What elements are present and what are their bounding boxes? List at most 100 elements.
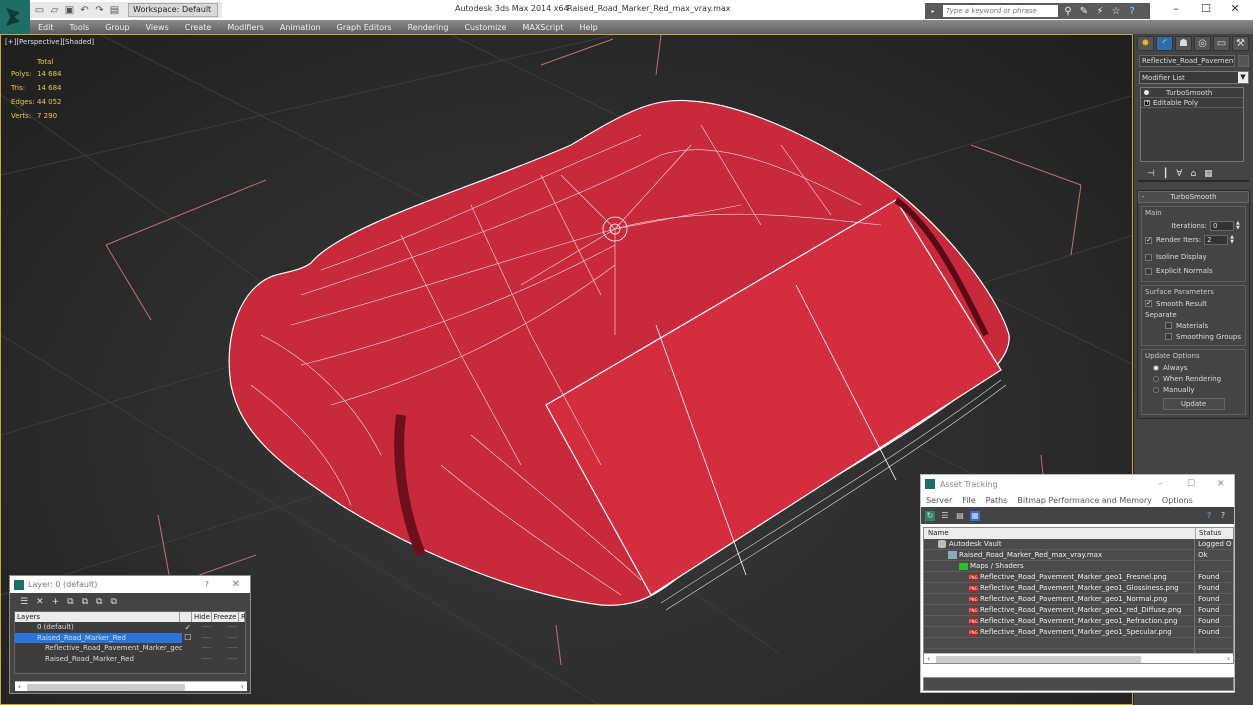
layer-object-row[interactable]: Reflective_Road_Pavement_Marker_geo1 ---… xyxy=(15,643,245,654)
radio-always[interactable]: Always xyxy=(1145,362,1242,373)
layer-name[interactable]: 0 (default) xyxy=(15,622,182,632)
isoline-checkbox[interactable] xyxy=(1145,253,1152,261)
scroll-thumb[interactable] xyxy=(27,684,185,691)
layer-row[interactable]: 0 (default) ✓ ---- ---- xyxy=(15,622,245,633)
menu-bitmap-performance[interactable]: Bitmap Performance and Memory xyxy=(1012,496,1157,505)
menu-customize[interactable]: Customize xyxy=(456,23,514,32)
viewport-label[interactable]: [+][Perspective][Shaded] xyxy=(5,38,94,46)
smooth-result-checkbox[interactable]: ✓ xyxy=(1145,300,1152,307)
hierarchy-tab-icon[interactable]: ☗ xyxy=(1175,36,1192,51)
table-view-icon[interactable]: ▦ xyxy=(970,510,980,521)
save-icon[interactable]: ▣ xyxy=(64,5,75,16)
update-button[interactable]: Update xyxy=(1162,398,1225,410)
freeze-toggle[interactable]: ---- xyxy=(219,644,245,652)
show-end-result-icon[interactable]: ┃ xyxy=(1163,169,1168,179)
expand-arrow-icon[interactable]: ▸ xyxy=(927,8,939,15)
menu-server[interactable]: Server xyxy=(921,496,957,505)
freeze-toggle[interactable]: ---- xyxy=(219,634,245,642)
menu-graph-editors[interactable]: Graph Editors xyxy=(329,23,400,32)
modifier-list-dropdown[interactable]: Modifier List ▼ xyxy=(1139,71,1249,84)
favorites-star-icon[interactable]: ☆ xyxy=(1110,6,1122,17)
configure-sets-icon[interactable]: ▦ xyxy=(1204,169,1213,179)
asset-row[interactable]: Autodesk Vault Logged O xyxy=(924,539,1233,550)
close-button[interactable]: ✕ xyxy=(1225,2,1245,15)
render-iters-checkbox[interactable]: ✓ xyxy=(1145,236,1152,244)
radio-manually[interactable]: Manually xyxy=(1145,384,1242,395)
object-name[interactable]: Reflective_Road_Pavement_Marker_geo1 xyxy=(15,643,182,653)
scroll-left-icon[interactable]: ‹ xyxy=(18,682,21,691)
smoothing-groups-checkbox[interactable] xyxy=(1165,333,1172,340)
maximize-button[interactable]: ☐ xyxy=(1187,479,1195,489)
menu-rendering[interactable]: Rendering xyxy=(400,23,457,32)
create-tab-icon[interactable]: ✸ xyxy=(1137,36,1154,51)
expand-plus-icon[interactable]: + xyxy=(1144,99,1150,106)
menu-help[interactable]: Help xyxy=(572,23,606,32)
materials-checkbox[interactable] xyxy=(1165,322,1172,329)
menu-create[interactable]: Create xyxy=(177,23,220,32)
app-logo[interactable] xyxy=(0,0,30,34)
object-name[interactable]: Raised_Road_Marker_Red xyxy=(15,654,182,664)
layer-manager-icon[interactable]: ☰ xyxy=(20,597,28,607)
current-layer-box[interactable]: ☐ xyxy=(182,633,194,642)
stack-item-editable-poly[interactable]: + Editable Poly xyxy=(1141,98,1243,108)
asset-row[interactable]: Raised_Road_Marker_Red_max_vray.max Ok xyxy=(924,550,1233,561)
asset-row[interactable]: Maps / Shaders xyxy=(924,561,1233,572)
col-hide[interactable]: Hide xyxy=(192,612,212,622)
col-status[interactable]: Status xyxy=(1196,528,1221,539)
menu-views[interactable]: Views xyxy=(138,23,177,32)
context-help-icon[interactable]: ? xyxy=(1218,511,1228,521)
highlight-layer-icon[interactable]: ⧉ xyxy=(82,597,88,607)
explicit-normals-checkbox[interactable] xyxy=(1145,267,1152,275)
iterations-spinner[interactable]: 0 xyxy=(1210,221,1234,231)
add-layer-icon[interactable]: + xyxy=(52,597,60,607)
utilities-tab-icon[interactable]: ⚒ xyxy=(1232,36,1249,51)
scroll-thumb[interactable] xyxy=(936,656,1141,663)
hide-toggle[interactable]: ---- xyxy=(194,634,220,642)
radio-button[interactable] xyxy=(1153,375,1159,382)
layer-horizontal-scrollbar[interactable]: ‹ › xyxy=(15,681,247,691)
redo-icon[interactable]: ↷ xyxy=(94,5,105,16)
binoculars-icon[interactable]: ⚲ xyxy=(1062,6,1074,17)
minimize-button[interactable]: – xyxy=(1166,2,1186,15)
menu-maxscript[interactable]: MAXScript xyxy=(514,23,571,32)
lightbulb-icon[interactable] xyxy=(1144,90,1149,95)
pin-stack-icon[interactable]: ⊣ xyxy=(1147,169,1155,179)
help-icon[interactable]: ? xyxy=(1204,511,1214,521)
make-unique-icon[interactable]: ∀ xyxy=(1176,169,1182,179)
minimize-button[interactable]: – xyxy=(1158,479,1163,489)
road-marker-model[interactable] xyxy=(228,99,1010,611)
menu-modifiers[interactable]: Modifiers xyxy=(219,23,272,32)
render-iters-spinner[interactable]: 2 xyxy=(1204,235,1229,245)
scroll-right-icon[interactable]: › xyxy=(241,682,244,691)
list-view-icon[interactable]: ☰ xyxy=(940,511,950,521)
freeze-toggle[interactable]: ---- xyxy=(219,623,245,631)
hide-all-icon[interactable]: ⧉ xyxy=(96,597,102,607)
workspace-dropdown[interactable]: Workspace: Default ▾ xyxy=(128,3,218,26)
hide-toggle[interactable]: ---- xyxy=(194,655,220,663)
asset-row[interactable]: PNG Reflective_Road_Pavement_Marker_geo1_… xyxy=(924,572,1233,583)
freeze-all-icon[interactable]: ⧉ xyxy=(110,597,116,607)
hide-toggle[interactable]: ---- xyxy=(194,644,220,652)
menu-edit[interactable]: Edit xyxy=(30,23,62,32)
motion-tab-icon[interactable]: ◎ xyxy=(1194,36,1211,51)
refresh-icon[interactable]: ↻ xyxy=(925,510,935,521)
asset-row[interactable]: PNG Reflective_Road_Pavement_Marker_geo1_… xyxy=(924,594,1233,605)
remove-modifier-icon[interactable]: ⌂ xyxy=(1190,169,1196,179)
menu-tools[interactable]: Tools xyxy=(62,23,98,32)
col-layers[interactable]: Layers xyxy=(15,612,181,622)
col-name[interactable]: Name xyxy=(924,528,1196,539)
col-freeze[interactable]: Freeze xyxy=(212,612,239,622)
menu-animation[interactable]: Animation xyxy=(272,23,329,32)
menu-file[interactable]: File xyxy=(957,496,980,505)
asset-horizontal-scrollbar[interactable]: ‹ › xyxy=(924,653,1233,663)
asset-row[interactable]: PNG Reflective_Road_Pavement_Marker_geo1_… xyxy=(924,627,1233,638)
spinner-arrows-icon[interactable]: ▲ ▼ xyxy=(1230,235,1236,245)
current-layer-check[interactable]: ✓ xyxy=(182,623,194,632)
menu-group[interactable]: Group xyxy=(97,23,137,32)
wrench-icon[interactable]: ✎ xyxy=(1078,6,1090,17)
help-button[interactable]: ? xyxy=(205,580,209,589)
satellite-icon[interactable]: ⚡ xyxy=(1094,6,1106,17)
hide-toggle[interactable]: ---- xyxy=(194,623,220,631)
close-button[interactable]: ✕ xyxy=(232,579,240,590)
delete-layer-icon[interactable]: ✕ xyxy=(36,597,44,607)
